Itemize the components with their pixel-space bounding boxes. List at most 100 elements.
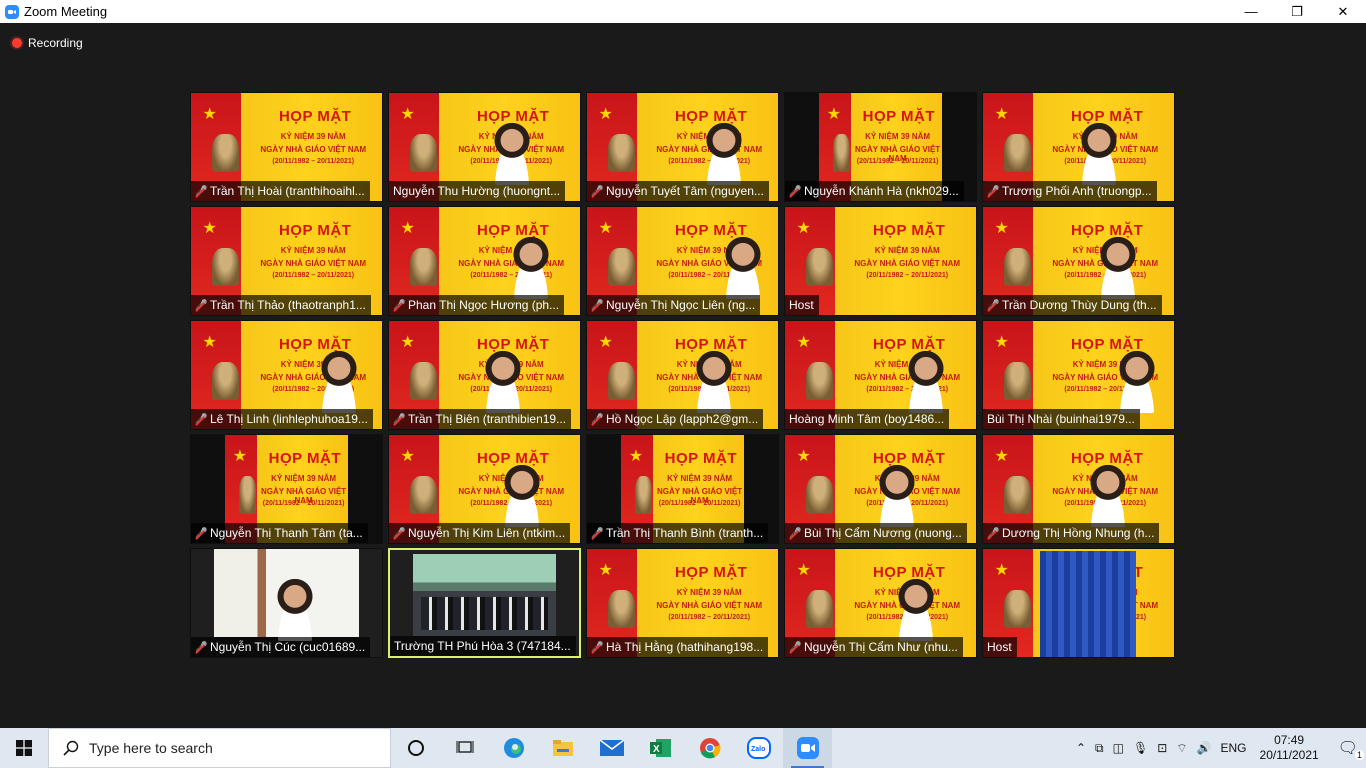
- excel-button[interactable]: X: [636, 728, 685, 768]
- camera-privacy-icon[interactable]: ◫: [1113, 741, 1124, 755]
- statue-bust-icon: [1004, 476, 1031, 514]
- participant-tile[interactable]: ★ HỌP MẶT KỶ NIỆM 39 NĂM NGÀY NHÀ GIÁO V…: [784, 434, 977, 544]
- task-view-button[interactable]: [440, 728, 489, 768]
- notifications-icon[interactable]: 🗨 1: [1338, 738, 1364, 760]
- slide-line-1: KỶ NIỆM 39 NĂM: [874, 245, 940, 255]
- maximize-button[interactable]: ❐: [1274, 0, 1320, 23]
- clock-date: 20/11/2021: [1259, 748, 1319, 762]
- participant-name-label: Host: [785, 295, 819, 315]
- cortana-button[interactable]: [391, 728, 440, 768]
- participant-tile[interactable]: ★ HỌP MẶT KỶ NIỆM 39 NĂM NGÀY NHÀ GIÁO V…: [190, 92, 383, 202]
- participant-video-person: [478, 351, 527, 413]
- star-icon: ★: [796, 561, 811, 579]
- slide-line-3: (20/11/1982 – 20/11/2021): [658, 499, 741, 507]
- statue-bust-icon: [608, 248, 635, 286]
- participant-video-person: [488, 123, 537, 185]
- muted-mic-icon: 🎤: [591, 185, 604, 197]
- statue-bust-icon: [608, 134, 635, 172]
- taskbar-search-box[interactable]: Type here to search: [48, 728, 391, 768]
- microphone-icon[interactable]: 🎙: [1133, 741, 1148, 755]
- minimize-button[interactable]: —: [1228, 0, 1274, 23]
- statue-bust-icon: [212, 134, 239, 172]
- participant-name: Hồ Ngọc Lập (lapph2@gm...: [606, 412, 759, 426]
- participant-video-person: [1074, 123, 1123, 185]
- wifi-icon[interactable]: ⌔: [1176, 741, 1187, 756]
- mail-icon: [599, 740, 624, 756]
- participant-tile[interactable]: ★ HỌP MẶT KỶ NIỆM 39 NĂM NGÀY NHÀ GIÁO V…: [982, 434, 1175, 544]
- participant-tile[interactable]: Trường TH Phú Hòa 3 (747184...: [388, 548, 581, 658]
- participant-tile[interactable]: ★ HỌP MẶT KỶ NIỆM 39 NĂM NGÀY NHÀ GIÁO V…: [586, 434, 779, 544]
- recording-indicator[interactable]: Recording: [12, 36, 83, 50]
- participant-name-label: 🎤 Bùi Thị Cẩm Nương (nuong...: [785, 523, 967, 543]
- participant-tile[interactable]: ★ HỌP MẶT KỶ NIỆM 39 NĂM NGÀY NHÀ GIÁO V…: [784, 320, 977, 430]
- zalo-button[interactable]: Zalo: [734, 728, 783, 768]
- participant-tile[interactable]: ★ HỌP MẶT KỶ NIỆM 39 NĂM NGÀY NHÀ GIÁO V…: [982, 92, 1175, 202]
- slide-line-2: NGÀY NHÀ GIÁO VIỆT NAM: [854, 258, 961, 268]
- star-icon: ★: [202, 105, 217, 123]
- participant-tile[interactable]: ★ HỌP MẶT KỶ NIỆM 39 NĂM NGÀY NHÀ GIÁO V…: [388, 92, 581, 202]
- file-explorer-button[interactable]: [538, 728, 587, 768]
- participant-video-person: [1112, 351, 1161, 413]
- slide-headline: HỌP MẶT: [1070, 336, 1144, 354]
- display-record-icon[interactable]: ⊡: [1157, 741, 1167, 755]
- participant-tile[interactable]: ★ HỌP MẶT KỶ NIỆM 39 NĂM NGÀY NHÀ GIÁO V…: [784, 92, 977, 202]
- slide-headline: HỌP MẶT: [278, 336, 352, 354]
- participant-tile[interactable]: ★ HỌP MẶT KỶ NIỆM 39 NĂM NGÀY NHÀ GIÁO V…: [982, 548, 1175, 658]
- zoom-taskbar-button[interactable]: [783, 728, 832, 768]
- participant-tile[interactable]: ★ HỌP MẶT KỶ NIỆM 39 NĂM NGÀY NHÀ GIÁO V…: [784, 206, 977, 316]
- statue-bust-icon: [212, 248, 239, 286]
- close-button[interactable]: ✕: [1320, 0, 1366, 23]
- zoom-logo-icon: [5, 4, 19, 19]
- chrome-button[interactable]: [685, 728, 734, 768]
- participant-name: Phan Thị Ngọc Hương (ph...: [408, 298, 560, 312]
- start-button[interactable]: [0, 728, 48, 768]
- participant-tile[interactable]: ★ HỌP MẶT KỶ NIỆM 39 NĂM NGÀY NHÀ GIÁO V…: [190, 434, 383, 544]
- participant-tile[interactable]: ★ HỌP MẶT KỶ NIỆM 39 NĂM NGÀY NHÀ GIÁO V…: [388, 434, 581, 544]
- participant-tile[interactable]: ★ HỌP MẶT KỶ NIỆM 39 NĂM NGÀY NHÀ GIÁO V…: [388, 320, 581, 430]
- slide-line-1: KỶ NIỆM 39 NĂM: [667, 473, 733, 483]
- participant-video-person: [872, 465, 921, 527]
- network-adapter-icon[interactable]: ⧉: [1095, 741, 1104, 756]
- participant-tile[interactable]: ★ HỌP MẶT KỶ NIỆM 39 NĂM NGÀY NHÀ GIÁO V…: [982, 320, 1175, 430]
- participant-name: Nguyễn Khánh Hà (nkh029...: [804, 184, 959, 198]
- participant-name-label: 🎤 Trần Thị Hoài (tranthihoaihl...: [191, 181, 370, 201]
- participant-tile[interactable]: ★ HỌP MẶT KỶ NIỆM 39 NĂM NGÀY NHÀ GIÁO V…: [586, 320, 779, 430]
- slide-line-1: KỶ NIỆM 39 NĂM: [280, 131, 346, 141]
- slide-line-2: NGÀY NHÀ GIÁO VIỆT NAM: [260, 144, 367, 154]
- participant-video-person: [271, 579, 320, 641]
- window-title: Zoom Meeting: [24, 4, 108, 19]
- slide-headline: HỌP MẶT: [1070, 108, 1144, 126]
- participant-tile[interactable]: ★ HỌP MẶT KỶ NIỆM 39 NĂM NGÀY NHÀ GIÁO V…: [190, 206, 383, 316]
- participant-name: Nguyễn Thị Kim Liên (ntkim...: [408, 526, 566, 540]
- slide-headline: HỌP MẶT: [872, 222, 946, 240]
- edge-button[interactable]: [489, 728, 538, 768]
- participant-tile[interactable]: ★ HỌP MẶT KỶ NIỆM 39 NĂM NGÀY NHÀ GIÁO V…: [388, 206, 581, 316]
- star-icon: ★: [628, 447, 644, 465]
- participant-tile[interactable]: ★ HỌP MẶT KỶ NIỆM 39 NĂM NGÀY NHÀ GIÁO V…: [586, 92, 779, 202]
- participant-name-label: 🎤 Dương Thị Hồng Nhung (h...: [983, 523, 1160, 543]
- statue-bust-icon: [806, 362, 833, 400]
- participant-tile[interactable]: ★ HỌP MẶT KỶ NIỆM 39 NĂM NGÀY NHÀ GIÁO V…: [784, 548, 977, 658]
- participant-tile[interactable]: ★ HỌP MẶT KỶ NIỆM 39 NĂM NGÀY NHÀ GIÁO V…: [190, 320, 383, 430]
- participant-name-label: 🎤 Nguyễn Thị Cẩm Như (nhu...: [785, 637, 963, 657]
- participant-video-person: [901, 351, 950, 413]
- participant-tile[interactable]: ★ HỌP MẶT KỶ NIỆM 39 NĂM NGÀY NHÀ GIÁO V…: [586, 206, 779, 316]
- slide-line-3: (20/11/1982 – 20/11/2021): [668, 613, 751, 621]
- participant-name-label: 🎤 Nguyễn Thị Thanh Tâm (ta...: [191, 523, 368, 543]
- statue-bust-icon: [1004, 134, 1031, 172]
- volume-icon[interactable]: 🔊: [1197, 741, 1212, 755]
- participant-tile[interactable]: 🎤 Nguyễn Thị Cúc (cuc01689...: [190, 548, 383, 658]
- slide-headline: HỌP MẶT: [1070, 222, 1144, 240]
- mail-button[interactable]: [587, 728, 636, 768]
- participant-name: Trần Thị Thảo (thaotranph1...: [210, 298, 366, 312]
- participant-tile[interactable]: ★ HỌP MẶT KỶ NIỆM 39 NĂM NGÀY NHÀ GIÁO V…: [982, 206, 1175, 316]
- audience-rows: [421, 597, 548, 630]
- star-icon: ★: [796, 447, 811, 465]
- participant-tile[interactable]: ★ HỌP MẶT KỶ NIỆM 39 NĂM NGÀY NHÀ GIÁO V…: [586, 548, 779, 658]
- show-hidden-icons-chevron-icon[interactable]: ⌃: [1076, 741, 1086, 755]
- language-indicator[interactable]: ENG: [1221, 741, 1247, 755]
- muted-mic-icon: 🎤: [195, 527, 208, 539]
- taskbar-clock[interactable]: 07:49 20/11/2021: [1260, 733, 1319, 763]
- participant-name: Nguyễn Thị Cẩm Như (nhu...: [804, 640, 958, 654]
- excel-icon: X: [649, 739, 671, 757]
